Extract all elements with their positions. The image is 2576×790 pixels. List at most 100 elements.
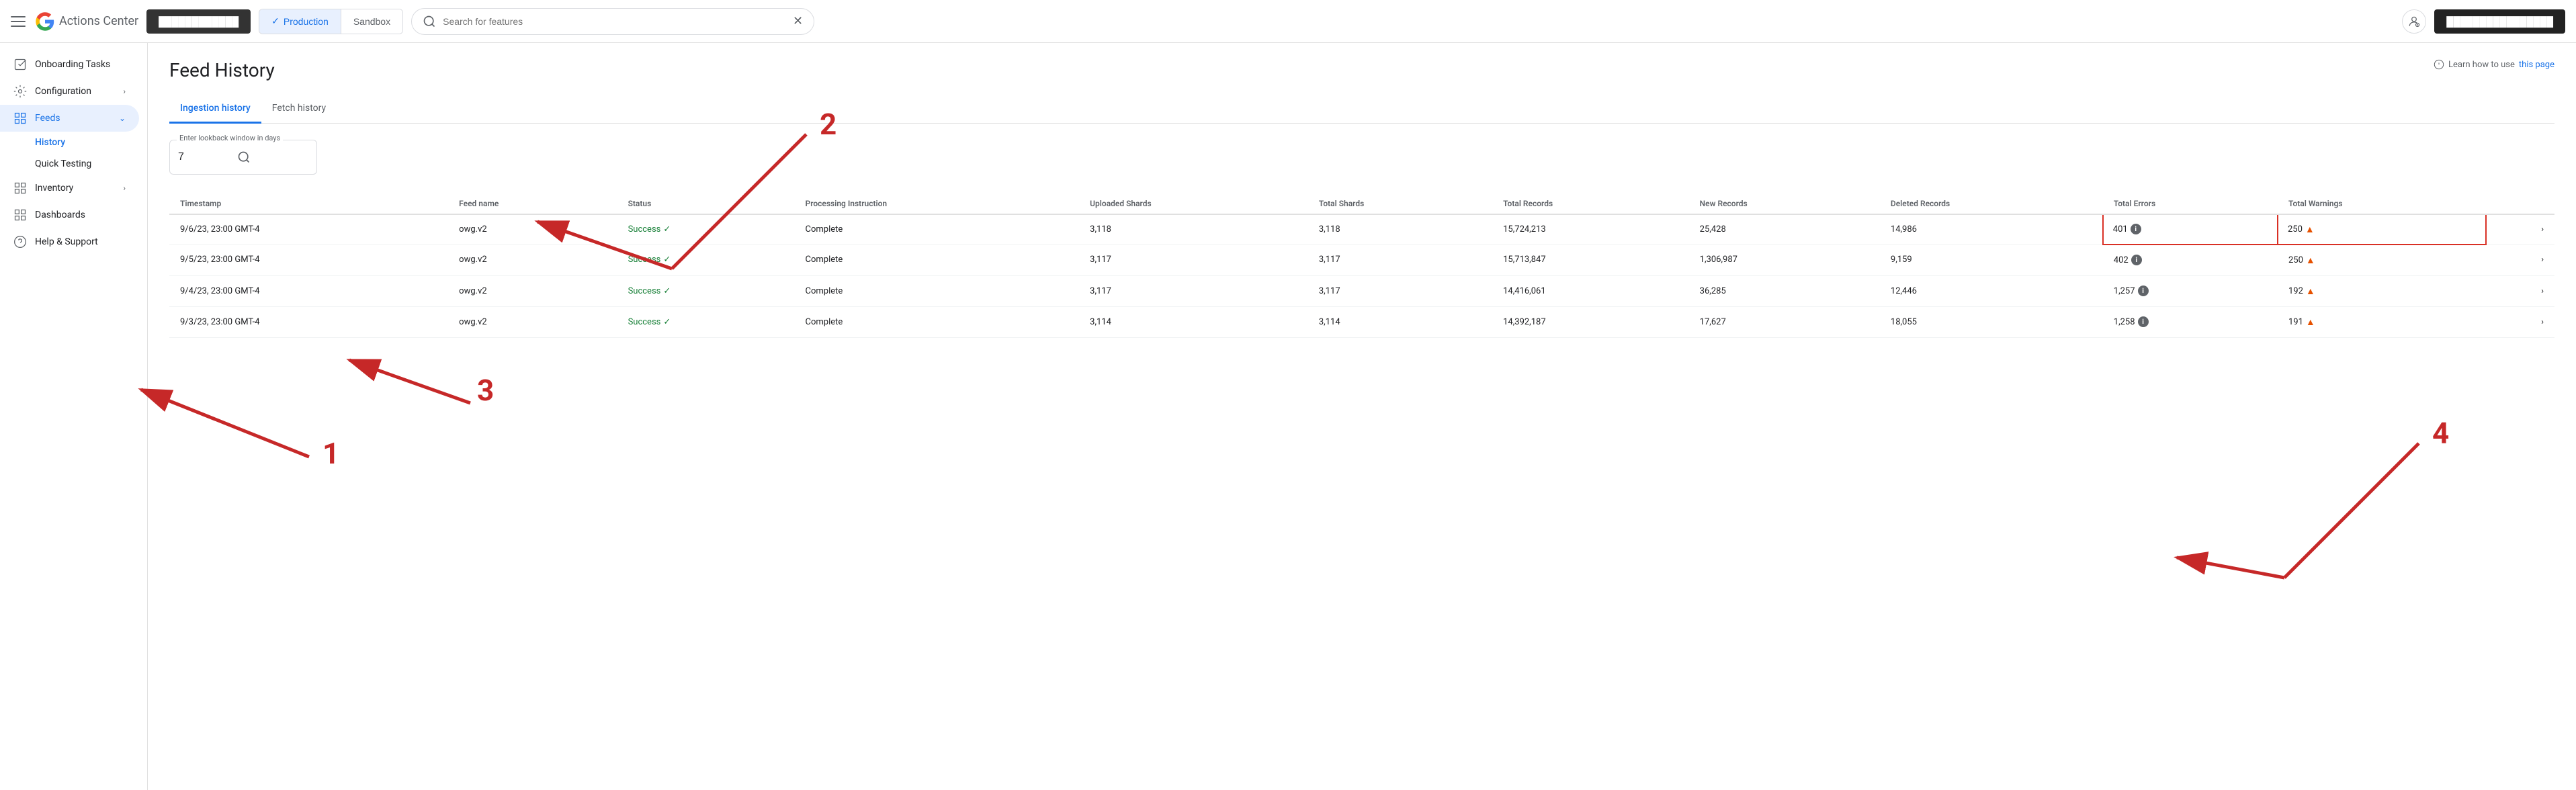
- chevron-down-icon: ⌄: [119, 114, 126, 123]
- warning-triangle-icon[interactable]: ▲: [2306, 255, 2315, 266]
- sidebar-item-configuration[interactable]: Configuration ›: [0, 78, 139, 105]
- lookback-label: Enter lookback window in days: [177, 134, 283, 142]
- cell-total-warnings: 192 ▲: [2278, 275, 2486, 306]
- sidebar-item-help[interactable]: Help & Support: [0, 228, 139, 255]
- lookback-container: Enter lookback window in days: [169, 140, 2554, 175]
- onboarding-label: Onboarding Tasks: [35, 59, 110, 70]
- sidebar: Onboarding Tasks Configuration › Feeds ⌄: [0, 43, 148, 790]
- col-header-new-records: New Records: [1689, 191, 1880, 214]
- cell-total-shards: 3,117: [1308, 245, 1492, 276]
- warning-count: 250 ▲: [2288, 224, 2315, 235]
- sidebar-item-inventory[interactable]: Inventory ›: [0, 175, 139, 202]
- dashboards-label: Dashboards: [35, 210, 85, 220]
- cell-timestamp: 9/3/23, 23:00 GMT-4: [169, 306, 448, 337]
- cell-total-shards: 3,114: [1308, 306, 1492, 337]
- table-row: 9/5/23, 23:00 GMT-4 owg.v2 Success ✓ Com…: [169, 245, 2554, 276]
- col-header-total-errors: Total Errors: [2103, 191, 2278, 214]
- sandbox-tab[interactable]: Sandbox: [341, 9, 402, 34]
- info-circle-icon: [2434, 59, 2444, 70]
- page-title: Feed History: [169, 59, 275, 81]
- col-header-uploaded-shards: Uploaded Shards: [1079, 191, 1308, 214]
- app-title: Actions Center: [59, 14, 138, 28]
- cell-uploaded-shards: 3,117: [1079, 275, 1308, 306]
- cell-timestamp: 9/6/23, 23:00 GMT-4: [169, 214, 448, 245]
- cell-processing: Complete: [795, 245, 1080, 276]
- sidebar-subitem-history[interactable]: History: [35, 132, 139, 153]
- feeds-label: Feeds: [35, 113, 60, 124]
- cell-deleted-records: 14,986: [1880, 214, 2103, 245]
- tab-fetch-history[interactable]: Fetch history: [261, 95, 337, 124]
- warning-triangle-icon[interactable]: ▲: [2306, 316, 2315, 328]
- cell-row-arrow[interactable]: ›: [2486, 306, 2554, 337]
- task-icon: [13, 58, 27, 71]
- account-selector-button[interactable]: ████████████: [146, 9, 251, 34]
- cell-row-arrow[interactable]: ›: [2486, 275, 2554, 306]
- error-info-icon[interactable]: i: [2138, 286, 2149, 296]
- cell-status: Success ✓: [617, 245, 795, 276]
- cell-uploaded-shards: 3,117: [1079, 245, 1308, 276]
- history-label: History: [35, 137, 65, 148]
- user-account-icon[interactable]: [2402, 9, 2426, 34]
- cell-total-records: 14,392,187: [1492, 306, 1689, 337]
- error-info-icon[interactable]: i: [2131, 255, 2142, 265]
- lookback-search-icon[interactable]: [237, 150, 251, 164]
- cell-deleted-records: 9,159: [1880, 245, 2103, 276]
- cell-total-warnings: 250 ▲: [2278, 214, 2486, 245]
- search-bar: ✕: [411, 8, 814, 35]
- cell-status: Success ✓: [617, 214, 795, 245]
- lookback-input[interactable]: [178, 151, 232, 163]
- help-label: Help & Support: [35, 236, 98, 247]
- feeds-submenu: History Quick Testing: [0, 132, 147, 175]
- inventory-icon: [13, 181, 27, 195]
- environment-tabs: ✓ Production Sandbox: [259, 9, 403, 34]
- gear-icon: [13, 85, 27, 98]
- learn-link[interactable]: this page: [2519, 60, 2554, 70]
- cell-total-shards: 3,117: [1308, 275, 1492, 306]
- col-header-deleted-records: Deleted Records: [1880, 191, 2103, 214]
- cell-total-errors: 1,257 i: [2103, 275, 2278, 306]
- error-info-icon[interactable]: i: [2131, 224, 2141, 234]
- cell-total-records: 15,713,847: [1492, 245, 1689, 276]
- main-content: Feed History Learn how to use this page …: [148, 43, 2576, 790]
- sidebar-item-onboarding[interactable]: Onboarding Tasks: [0, 51, 139, 78]
- cell-processing: Complete: [795, 275, 1080, 306]
- status-check-icon: ✓: [663, 317, 671, 327]
- sidebar-subitem-quick-testing[interactable]: Quick Testing: [35, 153, 139, 175]
- cell-feed-name: owg.v2: [448, 214, 617, 245]
- search-input[interactable]: [443, 16, 786, 27]
- content-tabs: Ingestion history Fetch history: [169, 95, 2554, 124]
- table-row: 9/4/23, 23:00 GMT-4 owg.v2 Success ✓ Com…: [169, 275, 2554, 306]
- clear-search-icon[interactable]: ✕: [793, 14, 803, 28]
- warning-count: 191 ▲: [2288, 316, 2315, 328]
- production-tab[interactable]: ✓ Production: [259, 9, 341, 34]
- app-header: Actions Center ████████████ ✓ Production…: [0, 0, 2576, 43]
- page-header: Feed History Learn how to use this page: [169, 59, 2554, 81]
- status-check-icon: ✓: [663, 224, 671, 234]
- quick-testing-label: Quick Testing: [35, 159, 91, 169]
- sidebar-item-dashboards[interactable]: Dashboards: [0, 202, 139, 228]
- col-header-actions: [2486, 191, 2554, 214]
- error-info-icon[interactable]: i: [2138, 316, 2149, 327]
- cell-row-arrow[interactable]: ›: [2486, 245, 2554, 276]
- col-header-status: Status: [617, 191, 795, 214]
- cell-row-arrow[interactable]: ›: [2486, 214, 2554, 245]
- chevron-right-icon: ›: [123, 87, 126, 96]
- cell-total-records: 14,416,061: [1492, 275, 1689, 306]
- user-profile-button[interactable]: ████████████████: [2434, 9, 2565, 34]
- col-header-total-records: Total Records: [1492, 191, 1689, 214]
- warning-triangle-icon[interactable]: ▲: [2306, 286, 2315, 297]
- warning-triangle-icon[interactable]: ▲: [2305, 224, 2315, 235]
- cell-new-records: 25,428: [1689, 214, 1880, 245]
- configuration-label: Configuration: [35, 86, 91, 97]
- status-check-icon: ✓: [663, 286, 671, 296]
- cell-status: Success ✓: [617, 306, 795, 337]
- cell-feed-name: owg.v2: [448, 245, 617, 276]
- lookback-box: Enter lookback window in days: [169, 140, 317, 175]
- cell-total-warnings: 250 ▲: [2278, 245, 2486, 276]
- tab-ingestion-history[interactable]: Ingestion history: [169, 95, 261, 124]
- cell-deleted-records: 18,055: [1880, 306, 2103, 337]
- sidebar-item-feeds[interactable]: Feeds ⌄: [0, 105, 139, 132]
- col-header-feed-name: Feed name: [448, 191, 617, 214]
- cell-total-errors: 401 i: [2103, 214, 2278, 245]
- menu-icon[interactable]: [11, 13, 27, 30]
